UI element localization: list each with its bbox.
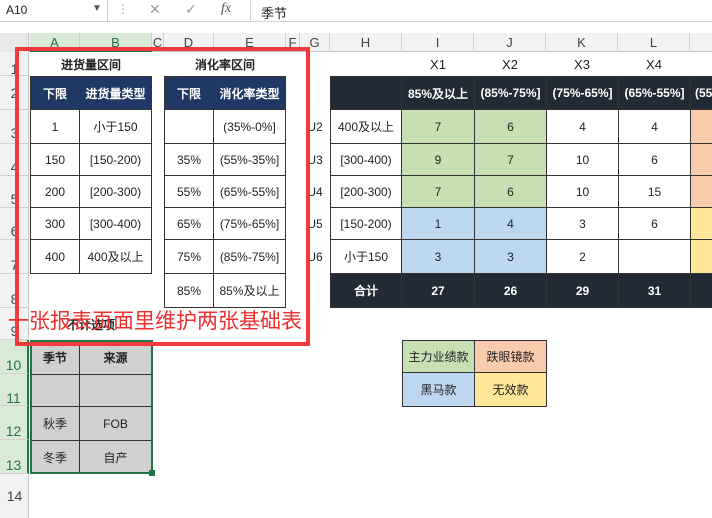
function-icon[interactable]: fx	[221, 1, 231, 17]
matrix-total[interactable]: 29	[546, 273, 619, 308]
x-label: X2	[502, 56, 518, 72]
matrix-cell-partial[interactable]	[690, 109, 712, 144]
column-header-i[interactable]: I	[402, 33, 474, 52]
annotation-highlight-box	[15, 47, 310, 346]
matrix-total[interactable]: 27	[401, 273, 475, 308]
matrix-total[interactable]: 31	[618, 273, 691, 308]
legend-main-style[interactable]: 主力业绩款	[402, 340, 475, 373]
column-header-l[interactable]: L	[618, 33, 690, 52]
matrix-cell[interactable]: 9	[401, 143, 475, 176]
matrix-cell[interactable]: 10	[546, 143, 619, 176]
matrix-cell[interactable]: 3	[546, 207, 619, 240]
column-header-k[interactable]: K	[546, 33, 618, 52]
row-header-13[interactable]: 13	[0, 440, 29, 474]
matrix-row-label[interactable]: [200-300)	[330, 175, 402, 208]
matrix-corner[interactable]	[330, 76, 402, 110]
matrix-cell-partial[interactable]	[690, 207, 712, 240]
matrix-cell-partial[interactable]	[690, 175, 712, 208]
matrix-cell[interactable]: 15	[618, 175, 691, 208]
matrix-cell-partial[interactable]	[690, 239, 712, 274]
matrix-col-header[interactable]: 85%及以上	[401, 76, 475, 110]
matrix-cell[interactable]: 6	[474, 109, 547, 144]
matrix-cell[interactable]: 6	[474, 175, 547, 208]
matrix-cell-partial[interactable]	[690, 143, 712, 176]
matrix-cell[interactable]: 4	[618, 109, 691, 144]
matrix-cell[interactable]: 7	[401, 175, 475, 208]
matrix-col-header[interactable]: (75%-65%]	[546, 76, 619, 110]
matrix-cell[interactable]: 3	[474, 239, 547, 274]
matrix-row-label[interactable]: 小于150	[330, 239, 402, 274]
matrix-cell[interactable]: 7	[474, 143, 547, 176]
matrix-col-header[interactable]: (55	[690, 76, 712, 110]
matrix-cell[interactable]: 6	[618, 207, 691, 240]
matrix-row-label[interactable]: [300-400)	[330, 143, 402, 176]
fill-handle[interactable]	[149, 470, 155, 476]
formula-input[interactable]: 季节	[250, 0, 712, 22]
matrix-cell[interactable]: 3	[401, 239, 475, 274]
more-options-icon: ⋮	[117, 2, 129, 16]
matrix-cell[interactable]: 1	[401, 207, 475, 240]
matrix-col-header[interactable]: (85%-75%]	[474, 76, 547, 110]
cell-selection-range[interactable]	[30, 340, 153, 474]
row-header-12[interactable]: 12	[0, 406, 29, 440]
matrix-row-label[interactable]: 400及以上	[330, 109, 402, 144]
legend-dark-horse[interactable]: 黑马款	[402, 372, 475, 407]
matrix-total-label[interactable]: 合计	[330, 273, 402, 308]
matrix-cell[interactable]: 10	[546, 175, 619, 208]
matrix-cell[interactable]: 4	[546, 109, 619, 144]
matrix-cell[interactable]: 7	[401, 109, 475, 144]
legend-ineffective[interactable]: 无效款	[474, 372, 547, 407]
column-header-h[interactable]: H	[330, 33, 402, 52]
chevron-down-icon[interactable]: ▼	[92, 3, 102, 14]
matrix-total-partial[interactable]	[690, 273, 712, 308]
matrix-col-header[interactable]: (65%-55%]	[618, 76, 691, 110]
row-header-14[interactable]: 14	[0, 474, 29, 518]
check-icon[interactable]: ✓	[185, 1, 197, 18]
matrix-total[interactable]: 26	[474, 273, 547, 308]
row-header-11[interactable]: 11	[0, 374, 29, 406]
x-label: X1	[430, 56, 446, 72]
annotation-text: 一张报表页面里维护两张基础表	[8, 310, 302, 333]
x-label: X3	[574, 56, 590, 72]
x-label: X4	[646, 56, 662, 72]
matrix-row-label[interactable]: [150-200)	[330, 207, 402, 240]
matrix-cell[interactable]: 2	[546, 239, 619, 274]
matrix-cell[interactable]: 6	[618, 143, 691, 176]
matrix-cell[interactable]: 4	[474, 207, 547, 240]
cancel-icon[interactable]: ✕	[149, 1, 161, 18]
column-header-j[interactable]: J	[474, 33, 546, 52]
matrix-cell[interactable]	[618, 239, 691, 274]
legend-surprise-drop[interactable]: 跌眼镜款	[474, 340, 547, 373]
